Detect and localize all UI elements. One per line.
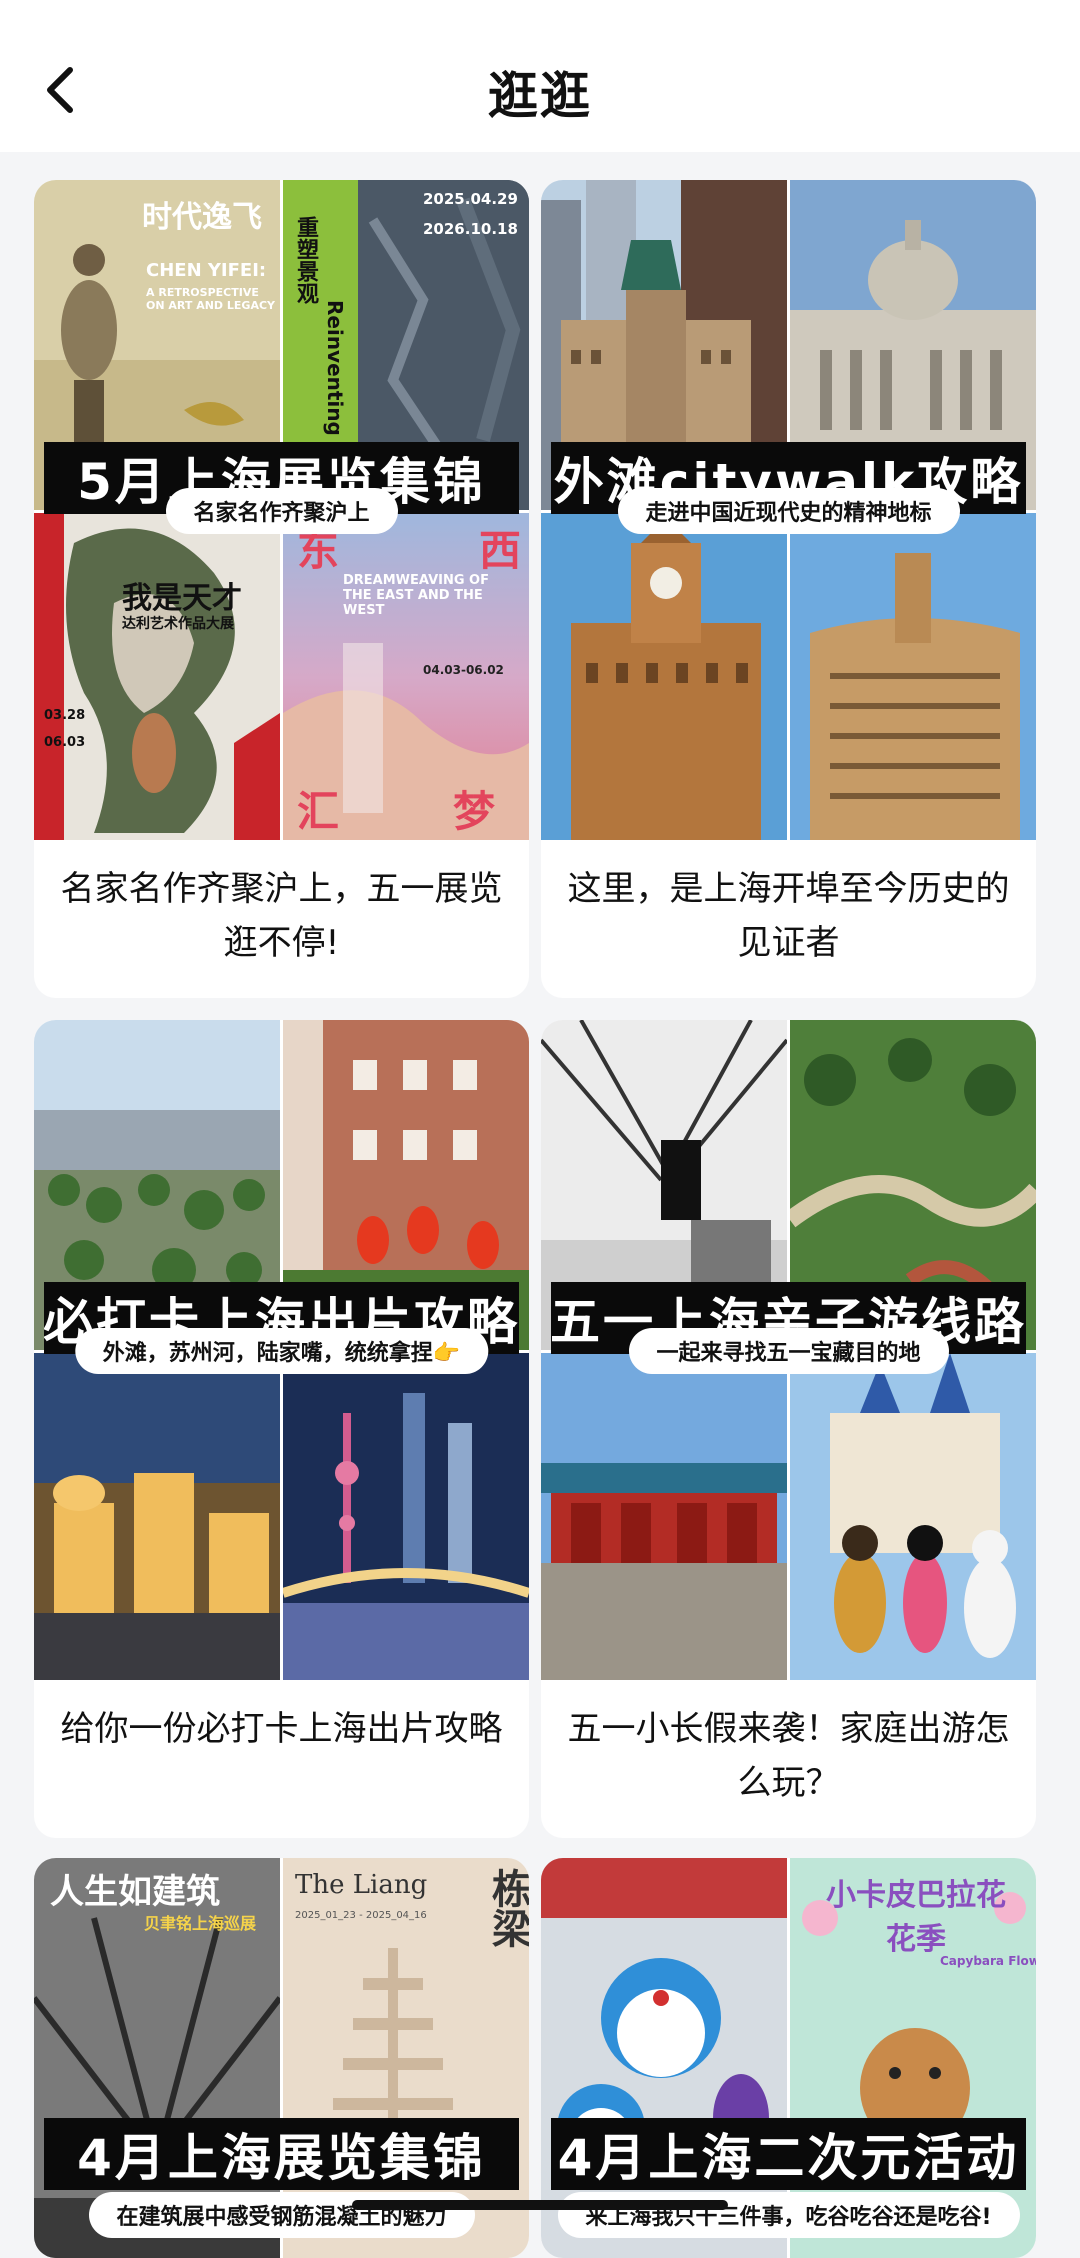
poster-title: 我是天才 <box>122 581 242 616</box>
poster-subtitle: 达利艺术作品大展 <box>122 616 234 632</box>
card-bund-citywalk[interactable]: 外滩citywalk攻略 走进中国近现代史的精神地标 这里，是上海开埠至今历史的… <box>541 180 1036 998</box>
poster-subtitle: A RETROSPECTIVE ON ART AND LEGACY <box>146 286 275 312</box>
poster-big-char: 梦 <box>453 787 496 836</box>
card-cover: 必打卡上海出片攻略 外滩，苏州河，陆家嘴，统统拿捏👉 <box>34 1020 529 1680</box>
cover-subtitle-pill: 来上海我只干三件事，吃谷吃谷还是吃谷! <box>557 2192 1020 2238</box>
poster-title: 时代逸飞 <box>142 200 262 235</box>
poster-subtitle: Capybara Flower <box>940 1954 1036 1968</box>
card-cover: 时代逸飞 CHEN YIFEI: A RETROSPECTIVE ON ART … <box>34 180 529 840</box>
poster-big-char: 栋梁 <box>485 1868 529 1948</box>
cover-subtitle-pill: 一起来寻找五一宝藏目的地 <box>628 1328 949 1374</box>
poster-title: 小卡皮巴拉花花季 <box>826 1878 1006 1957</box>
poster-title: 人生如建筑 <box>50 1872 220 1912</box>
card-photo-spots[interactable]: 必打卡上海出片攻略 外滩，苏州河，陆家嘴，统统拿捏👉 给你一份必打卡上海出片攻略 <box>34 1020 529 1838</box>
poster-date-end: 06.03 <box>44 735 86 750</box>
poster-vertical-text: Reinventing <box>323 300 347 436</box>
photo-clock-tower <box>541 513 787 840</box>
card-caption: 给你一份必打卡上海出片攻略 <box>60 1709 503 1749</box>
cover-title: 4月上海展览集锦 <box>44 2118 519 2190</box>
poster-date-start: 2025.04.29 <box>423 190 518 208</box>
poster-big-char: 西 <box>479 526 522 575</box>
card-caption: 名家名作齐聚沪上，五一展览逛不停! <box>60 869 503 963</box>
poster-subtitle: 贝聿铭上海巡展 <box>144 1914 257 1933</box>
poster-dali: 我是天才 达利艺术作品大展 03.28 06.03 <box>34 513 280 840</box>
poster-date-end: 2026.10.18 <box>423 220 518 238</box>
photo-temple-gate <box>541 1353 787 1680</box>
card-caption: 这里，是上海开埠至今历史的见证者 <box>567 869 1010 963</box>
photo-art-deco-building <box>790 513 1036 840</box>
photo-bund-night <box>34 1353 280 1680</box>
card-cover: 五一上海亲子游线路 一起来寻找五一宝藏目的地 <box>541 1020 1036 1680</box>
poster-title: The Liang <box>295 1870 428 1900</box>
poster-dates: 04.03-06.02 <box>423 663 504 677</box>
poster-east-west: 东 西 DREAMWEAVING OF THE EAST AND THE WES… <box>283 513 529 840</box>
card-cover: 外滩citywalk攻略 走进中国近现代史的精神地标 <box>541 180 1036 840</box>
card-caption: 五一小长假来袭！家庭出游怎么玩？ <box>567 1709 1010 1803</box>
cover-title: 4月上海二次元活动 <box>551 2118 1026 2190</box>
card-cover: 小卡皮巴拉花花季 Capybara Flower 4月上海二次元活动 来上海我只… <box>541 1858 1036 2258</box>
card-cover: 人生如建筑 贝聿铭上海巡展 The Liang 2025_01_23 - 202… <box>34 1858 529 2258</box>
cover-subtitle-pill: 在建筑展中感受钢筋混凝土的魅力 <box>88 2192 475 2238</box>
cover-subtitle-pill: 走进中国近现代史的精神地标 <box>617 488 960 534</box>
poster-dates: 2025_01_23 - 2025_04_16 <box>295 1910 427 1921</box>
card-family-trip[interactable]: 五一上海亲子游线路 一起来寻找五一宝藏目的地 五一小长假来袭！家庭出游怎么玩？ <box>541 1020 1036 1838</box>
card-may-exhibitions[interactable]: 时代逸飞 CHEN YIFEI: A RETROSPECTIVE ON ART … <box>34 180 529 998</box>
poster-date-start: 03.28 <box>44 708 86 723</box>
home-indicator <box>352 2200 728 2210</box>
card-anime-events[interactable]: 小卡皮巴拉花花季 Capybara Flower 4月上海二次元活动 来上海我只… <box>541 1858 1036 2258</box>
poster-title: 重塑景观 <box>293 216 318 304</box>
photo-lujiazui-night <box>283 1353 529 1680</box>
poster-name: CHEN YIFEI: <box>146 260 267 281</box>
card-april-exhibitions[interactable]: 人生如建筑 贝聿铭上海巡展 The Liang 2025_01_23 - 202… <box>34 1858 529 2258</box>
photo-disney-castle <box>790 1353 1036 1680</box>
cover-subtitle-pill: 外滩，苏州河，陆家嘴，统统拿捏👉 <box>74 1328 489 1374</box>
poster-subtitle: DREAMWEAVING OF THE EAST AND THE WEST <box>343 573 489 618</box>
poster-big-char: 汇 <box>297 787 340 836</box>
cover-subtitle-pill: 名家名作齐聚沪上 <box>165 488 398 534</box>
content-grid: 时代逸飞 CHEN YIFEI: A RETROSPECTIVE ON ART … <box>0 0 1080 2258</box>
